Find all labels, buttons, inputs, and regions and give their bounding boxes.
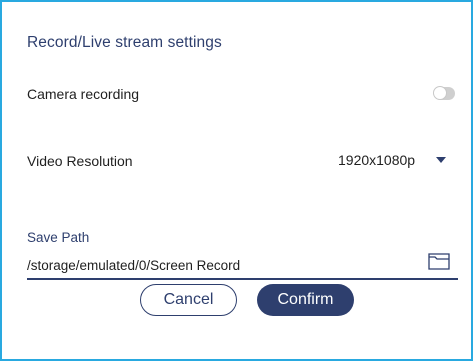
chevron-down-icon: [436, 157, 447, 163]
video-resolution-label: Video Resolution: [27, 153, 133, 169]
video-resolution-value: 1920x1080p: [338, 152, 416, 168]
record-settings-dialog: Record/Live stream settings Camera recor…: [0, 0, 473, 361]
camera-recording-label: Camera recording: [27, 86, 140, 102]
confirm-button[interactable]: Confirm: [257, 284, 354, 316]
save-path-label: Save Path: [27, 230, 90, 245]
save-path-value: /storage/emulated/0/Screen Record: [27, 258, 241, 273]
camera-recording-toggle[interactable]: [433, 86, 455, 100]
video-resolution-dropdown[interactable]: 1920x1080p: [338, 152, 447, 168]
folder-icon[interactable]: [428, 253, 450, 270]
save-path-field[interactable]: /storage/emulated/0/Screen Record: [27, 248, 458, 280]
toggle-knob: [433, 86, 447, 100]
cancel-button[interactable]: Cancel: [140, 284, 237, 316]
dialog-title: Record/Live stream settings: [27, 34, 222, 51]
